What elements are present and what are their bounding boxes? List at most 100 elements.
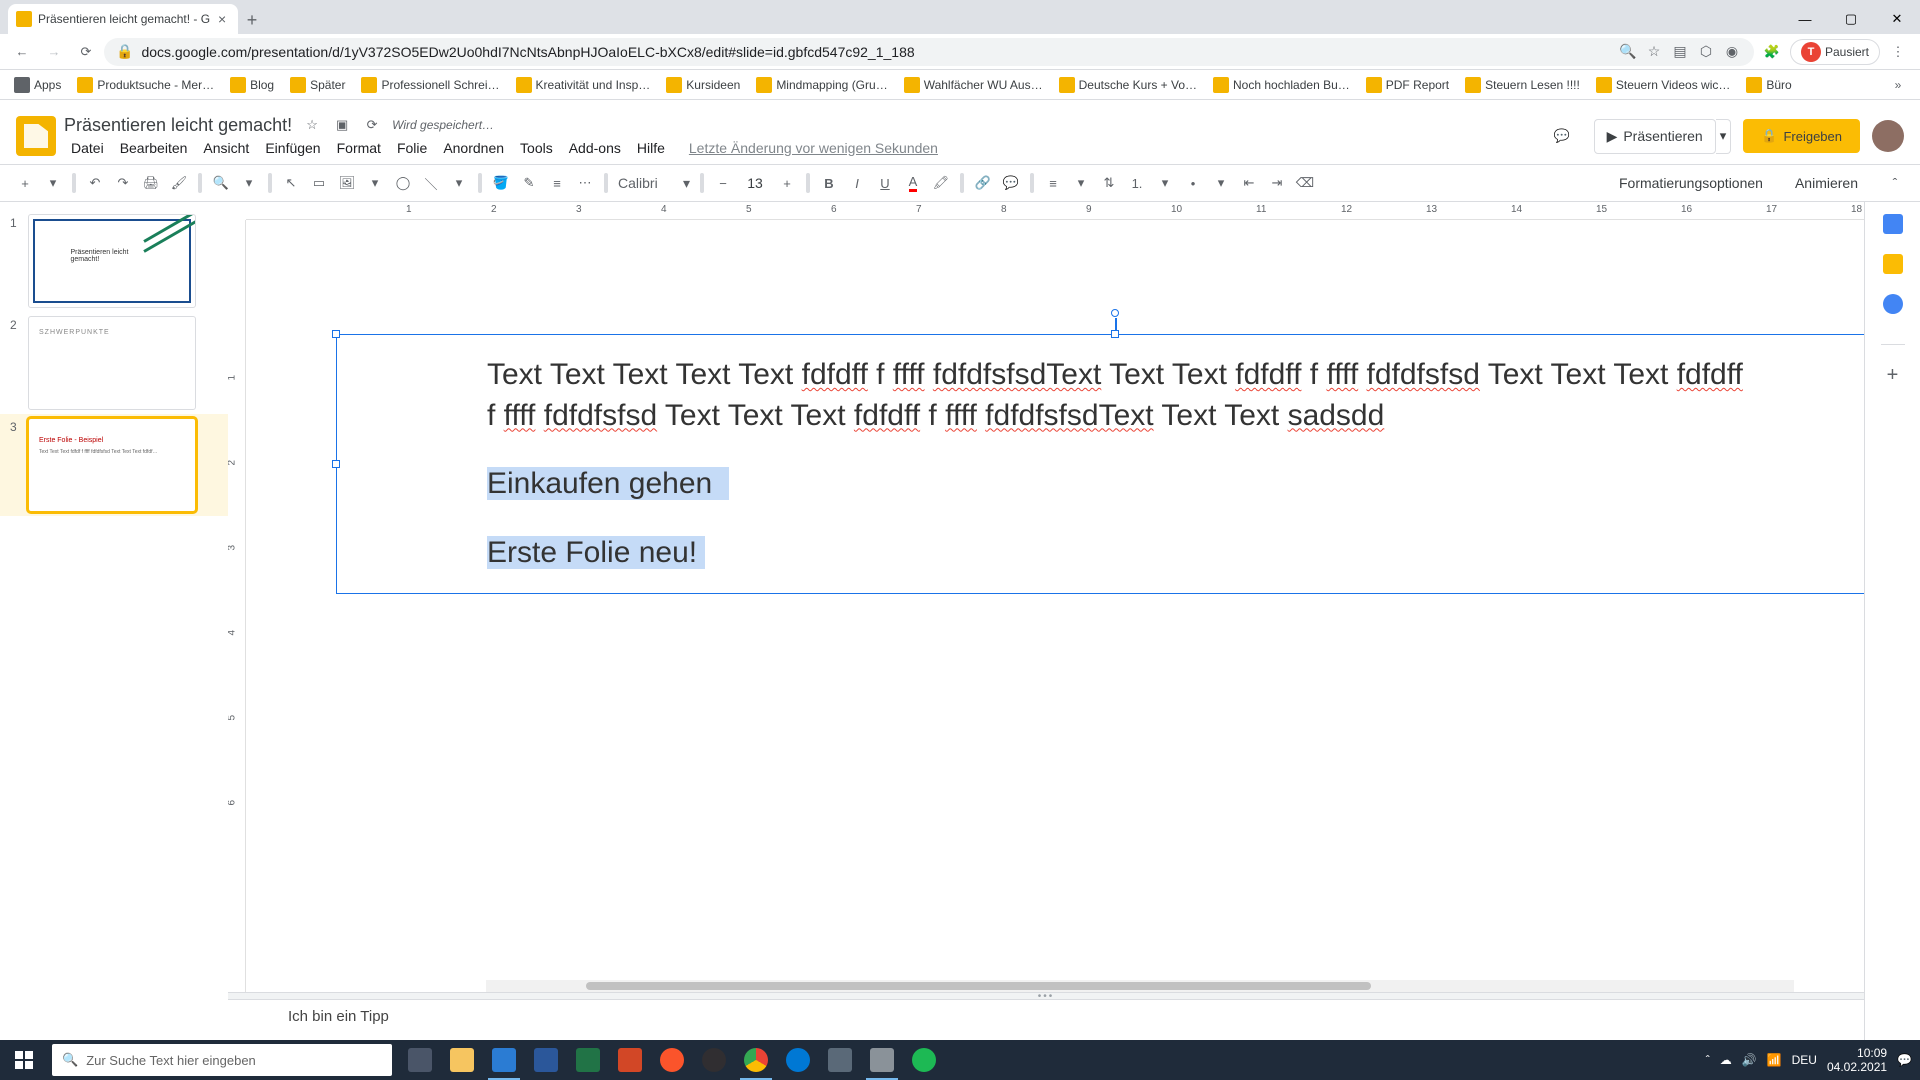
insert-link-icon[interactable]: 🔗	[970, 170, 996, 196]
bookmark-item[interactable]: Kursideen	[660, 75, 746, 95]
star-icon[interactable]: ☆	[302, 115, 322, 135]
present-dropdown[interactable]: ▾	[1716, 119, 1732, 154]
resize-handle[interactable]	[332, 460, 340, 468]
italic-icon[interactable]: I	[844, 170, 870, 196]
collapse-toolbar-icon[interactable]: ˆ	[1882, 170, 1908, 196]
profile-pill[interactable]: T Pausiert	[1790, 39, 1880, 65]
bookmark-item[interactable]: Steuern Videos wic…	[1590, 75, 1737, 95]
notes-separator[interactable]: •••	[228, 992, 1864, 1000]
edge-icon[interactable]	[484, 1040, 524, 1080]
menu-anordnen[interactable]: Anordnen	[436, 138, 511, 158]
zoom-icon[interactable]: 🔍	[208, 170, 234, 196]
underline-icon[interactable]: U	[872, 170, 898, 196]
word-icon[interactable]	[526, 1040, 566, 1080]
font-size-increase[interactable]: +	[774, 170, 800, 196]
menu-addons[interactable]: Add-ons	[562, 138, 628, 158]
tray-chevron-icon[interactable]: ˆ	[1706, 1053, 1710, 1067]
menu-format[interactable]: Format	[330, 138, 388, 158]
textbox-tool-icon[interactable]: ▭	[306, 170, 332, 196]
bulleted-list-icon[interactable]: •	[1180, 170, 1206, 196]
paragraph-3[interactable]: Erste Folie neu!	[487, 533, 1743, 574]
numbered-dropdown[interactable]: ▾	[1152, 170, 1178, 196]
border-color-icon[interactable]: ✎	[516, 170, 542, 196]
edge2-icon[interactable]	[778, 1040, 818, 1080]
ruler-vertical[interactable]: 1 2 3 4 5 6	[228, 220, 246, 992]
ext-icon[interactable]: ⬡	[1696, 42, 1716, 62]
forward-icon[interactable]: →	[40, 38, 68, 66]
bookmark-item[interactable]: PDF Report	[1360, 75, 1455, 95]
text-color-icon[interactable]: A	[900, 170, 926, 196]
bookmark-item[interactable]: Später	[284, 75, 351, 95]
new-slide-button[interactable]: +	[12, 170, 38, 196]
bookmark-item[interactable]: Büro	[1740, 75, 1797, 95]
bookmark-item[interactable]: Produktsuche - Mer…	[71, 75, 220, 95]
font-family-selector[interactable]: Calibri▾	[614, 170, 694, 196]
close-tab-icon[interactable]: ×	[216, 13, 228, 25]
line-tool-icon[interactable]: ＼	[418, 170, 444, 196]
bookmark-star-icon[interactable]: ☆	[1644, 42, 1664, 62]
add-panel-icon[interactable]: +	[1883, 365, 1903, 385]
app-icon[interactable]	[820, 1040, 860, 1080]
zoom-dropdown[interactable]: ▾	[236, 170, 262, 196]
font-size-decrease[interactable]: −	[710, 170, 736, 196]
line-spacing-icon[interactable]: ⇅	[1096, 170, 1122, 196]
bookmark-item[interactable]: Steuern Lesen !!!!	[1459, 75, 1586, 95]
ruler-horizontal[interactable]: 1 2 3 4 5 6 7 8 9 10 11 12 13 14 15 16 1…	[246, 202, 1864, 220]
slide-canvas[interactable]: Text Text Text Text Text fdfdff f ffff f…	[246, 220, 1864, 992]
menu-datei[interactable]: Datei	[64, 138, 111, 158]
thumbnail-3[interactable]: Erste Folie - Beispiel Text Text Text fd…	[28, 418, 196, 512]
animate-link[interactable]: Animieren	[1787, 175, 1866, 191]
back-icon[interactable]: ←	[8, 38, 36, 66]
tasks-icon[interactable]	[1883, 294, 1903, 314]
menu-einfuegen[interactable]: Einfügen	[258, 138, 327, 158]
resize-handle[interactable]	[1111, 330, 1119, 338]
menu-ansicht[interactable]: Ansicht	[196, 138, 256, 158]
onedrive-icon[interactable]: ☁	[1720, 1053, 1732, 1067]
undo-icon[interactable]: ↶	[82, 170, 108, 196]
image-tool-icon[interactable]: 🖼	[334, 170, 360, 196]
obs-icon[interactable]	[694, 1040, 734, 1080]
last-edit-link[interactable]: Letzte Änderung vor wenigen Sekunden	[682, 138, 945, 158]
excel-icon[interactable]	[568, 1040, 608, 1080]
clear-formatting-icon[interactable]: ⌫	[1292, 170, 1318, 196]
speaker-notes[interactable]: Ich bin ein Tipp	[228, 1000, 1864, 1040]
calendar-icon[interactable]	[1883, 214, 1903, 234]
clock[interactable]: 10:09 04.02.2021	[1827, 1046, 1887, 1075]
bulleted-dropdown[interactable]: ▾	[1208, 170, 1234, 196]
insert-comment-icon[interactable]: 💬	[998, 170, 1024, 196]
bookmark-item[interactable]: Mindmapping (Gru…	[750, 75, 893, 95]
paragraph-2[interactable]: Einkaufen gehen	[487, 464, 1743, 505]
browser-tab[interactable]: Präsentieren leicht gemacht! - G ×	[8, 4, 238, 34]
close-window-icon[interactable]: ✕	[1874, 4, 1920, 34]
border-dash-icon[interactable]: ⋯	[572, 170, 598, 196]
brave-icon[interactable]	[652, 1040, 692, 1080]
bookmark-item[interactable]: Blog	[224, 75, 280, 95]
shape-tool-icon[interactable]: ◯	[390, 170, 416, 196]
paint-format-icon[interactable]: 🖌	[166, 170, 192, 196]
slides-logo-icon[interactable]	[16, 116, 56, 156]
start-button[interactable]	[0, 1040, 48, 1080]
redo-icon[interactable]: ↷	[110, 170, 136, 196]
thumbnail-1[interactable]: Präsentieren leicht gemacht!	[28, 214, 196, 308]
rotate-handle[interactable]	[1111, 309, 1119, 317]
bookmark-item[interactable]: Deutsche Kurs + Vo…	[1053, 75, 1203, 95]
menu-bearbeiten[interactable]: Bearbeiten	[113, 138, 195, 158]
maximize-icon[interactable]: ▢	[1828, 4, 1874, 34]
task-view-icon[interactable]	[400, 1040, 440, 1080]
paragraph-1[interactable]: Text Text Text Text Text fdfdff f ffff f…	[487, 355, 1743, 436]
wifi-icon[interactable]: 📶	[1767, 1053, 1782, 1067]
doc-title[interactable]: Präsentieren leicht gemacht!	[64, 115, 292, 136]
scrollbar-horizontal[interactable]	[486, 980, 1794, 992]
present-button[interactable]: ▶ Präsentieren	[1594, 119, 1716, 154]
resize-handle[interactable]	[332, 330, 340, 338]
indent-increase-icon[interactable]: ⇥	[1264, 170, 1290, 196]
image-dropdown[interactable]: ▾	[362, 170, 388, 196]
bookmark-item[interactable]: Noch hochladen Bu…	[1207, 75, 1356, 95]
reader-icon[interactable]: ▤	[1670, 42, 1690, 62]
select-tool-icon[interactable]: ↖	[278, 170, 304, 196]
textbox-selected[interactable]: Text Text Text Text Text fdfdff f ffff f…	[336, 334, 1864, 594]
indent-decrease-icon[interactable]: ⇤	[1236, 170, 1262, 196]
minimize-icon[interactable]: —	[1782, 4, 1828, 34]
spotify-icon[interactable]	[904, 1040, 944, 1080]
bookmark-item[interactable]: Professionell Schrei…	[355, 75, 505, 95]
